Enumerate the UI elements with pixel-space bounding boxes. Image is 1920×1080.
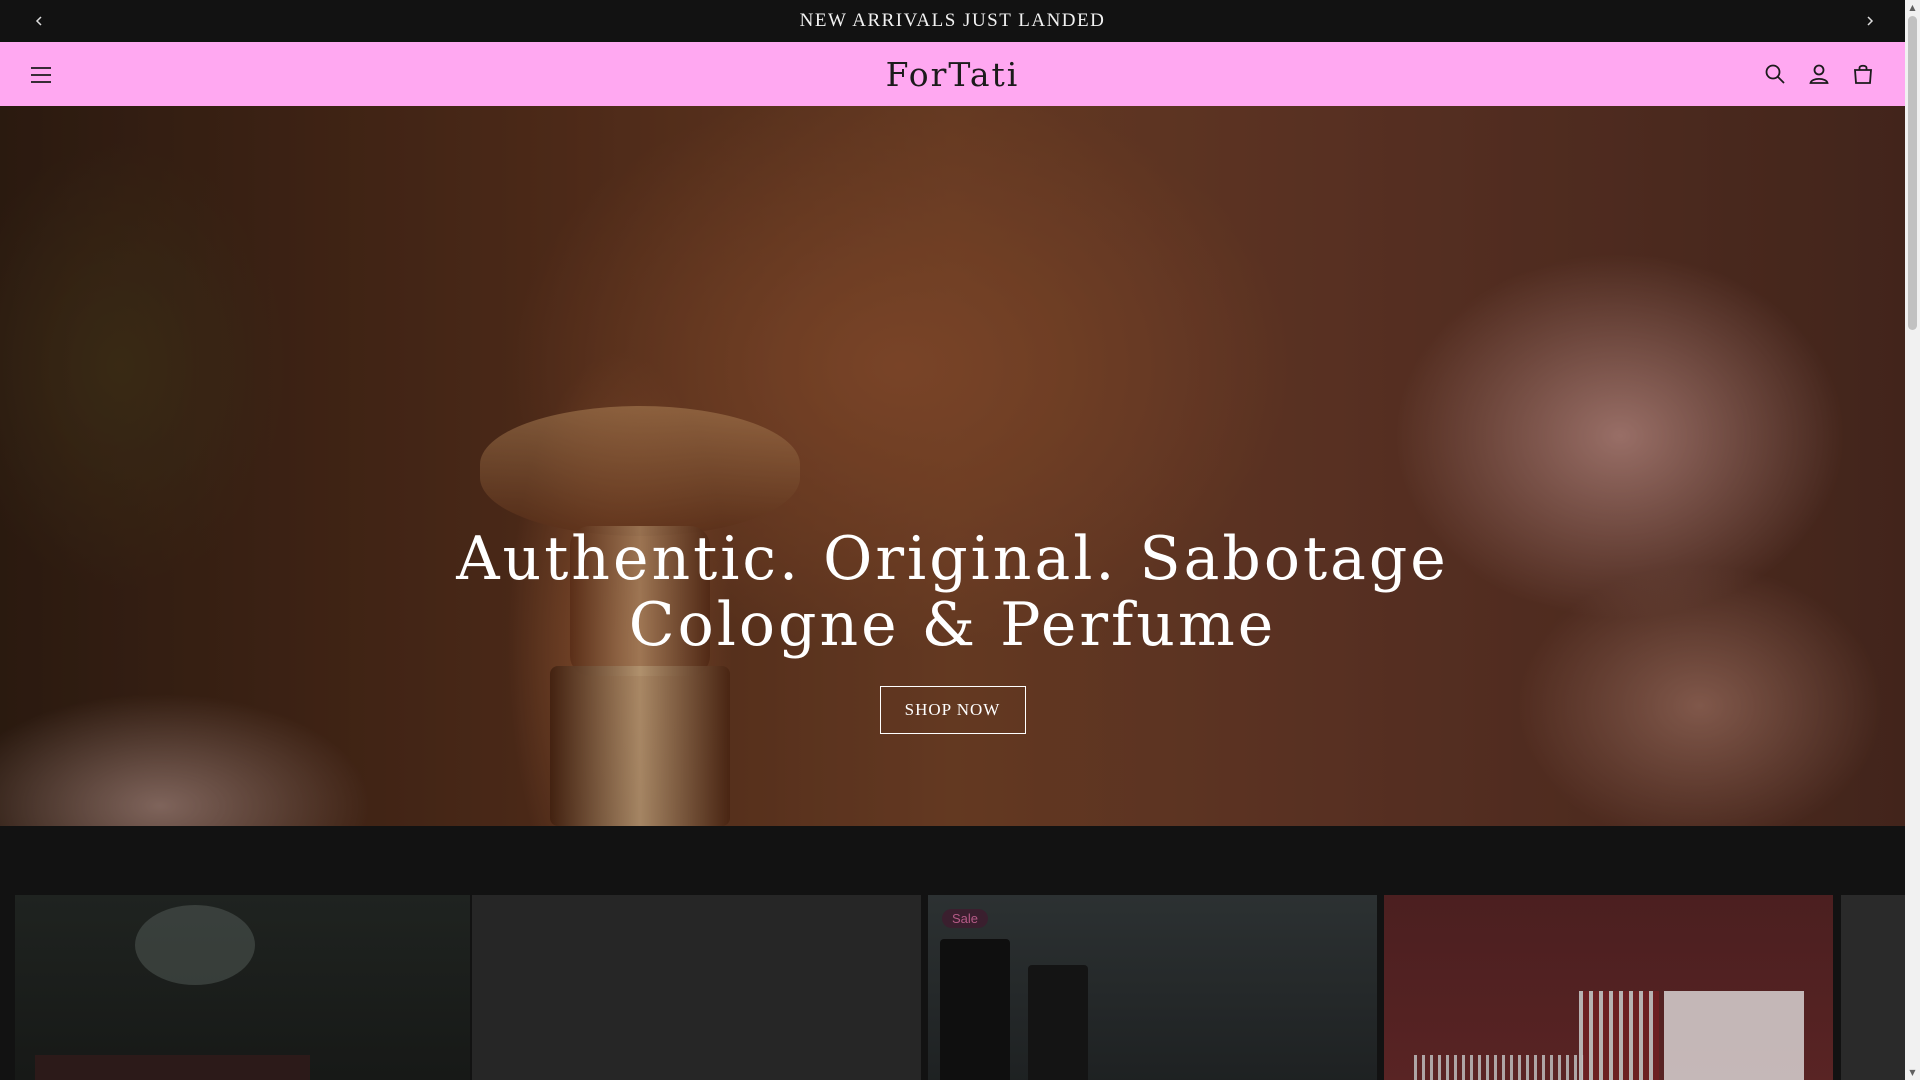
hero-headline-line2: Cologne & Perfume <box>628 590 1277 660</box>
menu-button[interactable] <box>26 60 56 90</box>
user-icon <box>1809 64 1829 84</box>
hero-banner: Authentic. Original. Sabotage Cologne & … <box>0 106 1905 826</box>
page-scrollbar[interactable]: ▲ ▼ <box>1905 0 1920 1080</box>
product-card[interactable] <box>1384 895 1833 1080</box>
header-icons <box>1761 42 1877 106</box>
product-card[interactable]: Sale <box>928 895 1377 1080</box>
chevron-left-icon <box>35 16 42 26</box>
product-card[interactable] <box>15 895 470 1080</box>
hero-content: Authentic. Original. Sabotage Cologne & … <box>0 526 1905 734</box>
scroll-down-arrow[interactable]: ▼ <box>1905 1065 1920 1080</box>
shop-now-button[interactable]: SHOP NOW <box>879 686 1026 734</box>
hamburger-icon <box>31 67 51 83</box>
search-button[interactable] <box>1761 60 1789 88</box>
logo[interactable]: ForTati <box>0 42 1905 106</box>
cart-button[interactable] <box>1849 60 1877 88</box>
site-header: ForTati <box>0 42 1905 106</box>
scrollbar-thumb[interactable] <box>1908 16 1917 330</box>
cart-icon <box>1854 64 1872 84</box>
logo-text[interactable]: ForTati <box>886 55 1020 94</box>
product-card[interactable] <box>472 895 921 1080</box>
hero-headline: Authentic. Original. Sabotage Cologne & … <box>0 526 1905 658</box>
product-card[interactable] <box>1841 895 1905 1080</box>
product-carousel: Sale <box>0 826 1905 1080</box>
account-button[interactable] <box>1805 60 1833 88</box>
search-icon <box>1765 64 1785 84</box>
announcement-prev-button[interactable] <box>18 0 60 42</box>
hero-headline-line1: Authentic. Original. Sabotage <box>456 524 1449 594</box>
announcement-next-button[interactable] <box>1849 0 1891 42</box>
announcement-bar: NEW ARRIVALS JUST LANDED <box>0 0 1905 42</box>
chevron-right-icon <box>1867 16 1874 26</box>
scroll-up-arrow[interactable]: ▲ <box>1905 0 1920 15</box>
announcement-text: NEW ARRIVALS JUST LANDED <box>799 10 1106 31</box>
sale-badge: Sale <box>942 909 989 928</box>
